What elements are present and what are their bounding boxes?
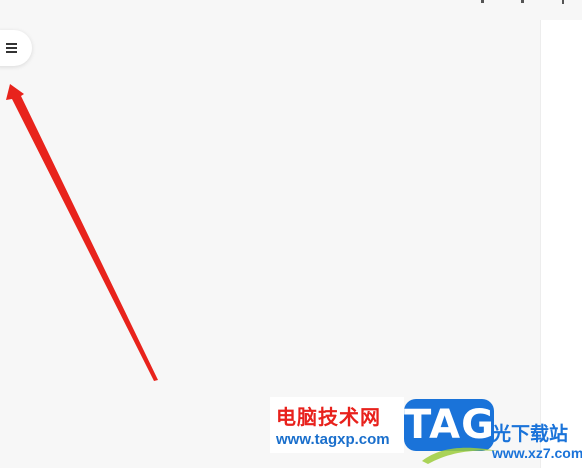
canvas: 电脑技术网 www.tagxp.com TAG 光下载站 www.xz7.com xyxy=(0,0,582,468)
restore-button[interactable] xyxy=(518,0,528,5)
watermark-title: 电脑技术网 xyxy=(276,405,381,429)
window-controls xyxy=(478,0,568,6)
watermark-right-url: www.xz7.com xyxy=(492,445,582,461)
menu-button[interactable] xyxy=(0,30,32,66)
plus-icon xyxy=(562,0,564,4)
watermark-right-text: 光下载站 xyxy=(492,423,569,445)
watermark-swoosh-icon xyxy=(422,447,498,464)
watermark: 电脑技术网 www.tagxp.com TAG 光下载站 www.xz7.com xyxy=(270,397,582,468)
minimize-icon xyxy=(481,0,484,3)
annotation-arrow-shape xyxy=(6,84,158,381)
restore-icon xyxy=(521,0,524,3)
hamburger-menu-icon xyxy=(6,42,18,54)
watermark-url: www.tagxp.com xyxy=(276,431,390,448)
minimize-button[interactable] xyxy=(478,0,488,5)
add-button[interactable] xyxy=(558,0,568,5)
watermark-left-box: 电脑技术网 www.tagxp.com xyxy=(270,397,404,453)
